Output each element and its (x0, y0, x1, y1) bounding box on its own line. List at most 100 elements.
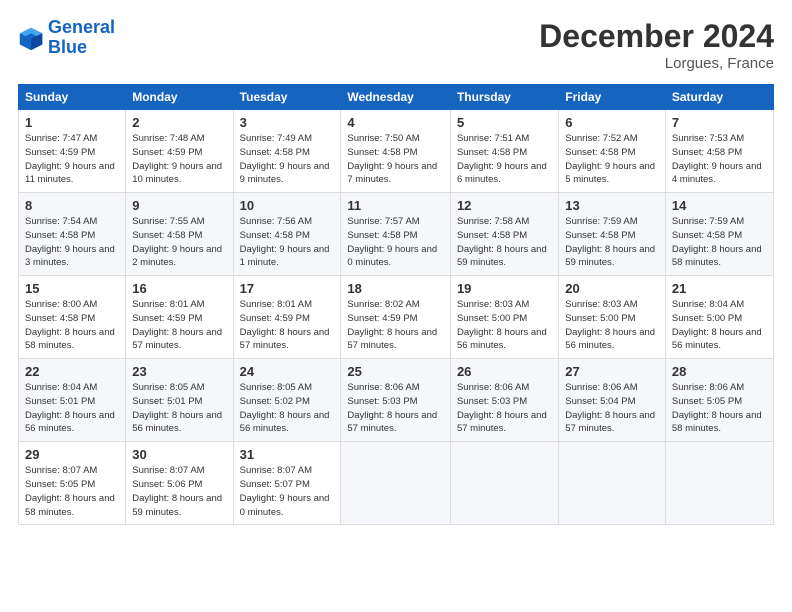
day-info: Sunrise: 8:06 AM Sunset: 5:04 PM Dayligh… (565, 381, 659, 436)
week-row-4: 22 Sunrise: 8:04 AM Sunset: 5:01 PM Dayli… (19, 359, 774, 442)
day-header-wednesday: Wednesday (341, 85, 451, 110)
day-header-thursday: Thursday (450, 85, 558, 110)
day-number: 5 (457, 115, 552, 130)
day-cell: 26 Sunrise: 8:06 AM Sunset: 5:03 PM Dayli… (450, 359, 558, 442)
day-number: 14 (672, 198, 767, 213)
day-number: 25 (347, 364, 444, 379)
day-number: 24 (240, 364, 335, 379)
page-header: General Blue December 2024 Lorgues, Fran… (18, 18, 774, 72)
day-cell: 20Sunrise: 8:03 AM Sunset: 5:00 PM Dayli… (559, 276, 666, 359)
day-info: Sunrise: 7:57 AM Sunset: 4:58 PM Dayligh… (347, 215, 444, 270)
day-number: 27 (565, 364, 659, 379)
day-number: 12 (457, 198, 552, 213)
day-number: 1 (25, 115, 119, 130)
day-number: 2 (132, 115, 226, 130)
day-cell: 2 Sunrise: 7:48 AM Sunset: 4:59 PM Daylig… (126, 110, 233, 193)
day-info: Sunrise: 7:52 AM Sunset: 4:58 PM Dayligh… (565, 132, 659, 187)
day-cell: 24 Sunrise: 8:05 AM Sunset: 5:02 PM Dayli… (233, 359, 341, 442)
day-cell: 9 Sunrise: 7:55 AM Sunset: 4:58 PM Daylig… (126, 193, 233, 276)
day-info: Sunrise: 8:01 AM Sunset: 4:59 PM Dayligh… (132, 298, 226, 353)
logo-text: General Blue (48, 18, 115, 58)
day-cell: 25 Sunrise: 8:06 AM Sunset: 5:03 PM Dayli… (341, 359, 451, 442)
week-row-5: 29 Sunrise: 8:07 AM Sunset: 5:05 PM Dayli… (19, 442, 774, 525)
day-cell: 6 Sunrise: 7:52 AM Sunset: 4:58 PM Daylig… (559, 110, 666, 193)
page-container: General Blue December 2024 Lorgues, Fran… (0, 0, 792, 535)
day-cell: 4 Sunrise: 7:50 AM Sunset: 4:58 PM Daylig… (341, 110, 451, 193)
day-info: Sunrise: 7:59 AM Sunset: 4:58 PM Dayligh… (672, 215, 767, 270)
day-number: 20 (565, 281, 659, 296)
day-info: Sunrise: 7:48 AM Sunset: 4:59 PM Dayligh… (132, 132, 226, 187)
day-cell: 18Sunrise: 8:02 AM Sunset: 4:59 PM Dayli… (341, 276, 451, 359)
week-row-1: 1Sunrise: 7:47 AM Sunset: 4:59 PM Daylig… (19, 110, 774, 193)
day-number: 22 (25, 364, 119, 379)
day-info: Sunrise: 7:54 AM Sunset: 4:58 PM Dayligh… (25, 215, 119, 270)
calendar-table: SundayMondayTuesdayWednesdayThursdayFrid… (18, 84, 774, 525)
day-cell: 11 Sunrise: 7:57 AM Sunset: 4:58 PM Dayli… (341, 193, 451, 276)
day-info: Sunrise: 7:50 AM Sunset: 4:58 PM Dayligh… (347, 132, 444, 187)
day-header-tuesday: Tuesday (233, 85, 341, 110)
title-block: December 2024 Lorgues, France (539, 18, 774, 72)
day-number: 15 (25, 281, 119, 296)
day-info: Sunrise: 7:59 AM Sunset: 4:58 PM Dayligh… (565, 215, 659, 270)
day-cell: 17Sunrise: 8:01 AM Sunset: 4:59 PM Dayli… (233, 276, 341, 359)
day-cell: 14 Sunrise: 7:59 AM Sunset: 4:58 PM Dayli… (665, 193, 773, 276)
day-cell: 23 Sunrise: 8:05 AM Sunset: 5:01 PM Dayli… (126, 359, 233, 442)
day-cell: 27 Sunrise: 8:06 AM Sunset: 5:04 PM Dayli… (559, 359, 666, 442)
week-row-3: 15 Sunrise: 8:00 AM Sunset: 4:58 PM Dayli… (19, 276, 774, 359)
day-info: Sunrise: 8:05 AM Sunset: 5:02 PM Dayligh… (240, 381, 335, 436)
day-number: 16 (132, 281, 226, 296)
day-number: 26 (457, 364, 552, 379)
day-cell: 30Sunrise: 8:07 AM Sunset: 5:06 PM Dayli… (126, 442, 233, 525)
day-cell (665, 442, 773, 525)
day-info: Sunrise: 8:04 AM Sunset: 5:01 PM Dayligh… (25, 381, 119, 436)
day-cell: 3 Sunrise: 7:49 AM Sunset: 4:58 PM Daylig… (233, 110, 341, 193)
day-info: Sunrise: 7:51 AM Sunset: 4:58 PM Dayligh… (457, 132, 552, 187)
day-number: 9 (132, 198, 226, 213)
day-info: Sunrise: 8:06 AM Sunset: 5:03 PM Dayligh… (457, 381, 552, 436)
day-info: Sunrise: 7:49 AM Sunset: 4:58 PM Dayligh… (240, 132, 335, 187)
day-cell (341, 442, 451, 525)
day-number: 3 (240, 115, 335, 130)
day-number: 7 (672, 115, 767, 130)
day-cell: 21Sunrise: 8:04 AM Sunset: 5:00 PM Dayli… (665, 276, 773, 359)
day-info: Sunrise: 8:06 AM Sunset: 5:03 PM Dayligh… (347, 381, 444, 436)
day-cell: 19Sunrise: 8:03 AM Sunset: 5:00 PM Dayli… (450, 276, 558, 359)
day-number: 10 (240, 198, 335, 213)
logo-line2: Blue (48, 37, 87, 57)
logo-icon (18, 24, 46, 52)
day-cell: 22 Sunrise: 8:04 AM Sunset: 5:01 PM Dayli… (19, 359, 126, 442)
logo-line1: General (48, 17, 115, 37)
day-number: 11 (347, 198, 444, 213)
day-info: Sunrise: 8:06 AM Sunset: 5:05 PM Dayligh… (672, 381, 767, 436)
day-number: 30 (132, 447, 226, 462)
day-header-sunday: Sunday (19, 85, 126, 110)
day-cell: 1Sunrise: 7:47 AM Sunset: 4:59 PM Daylig… (19, 110, 126, 193)
day-info: Sunrise: 8:02 AM Sunset: 4:59 PM Dayligh… (347, 298, 444, 353)
day-cell: 15 Sunrise: 8:00 AM Sunset: 4:58 PM Dayli… (19, 276, 126, 359)
month-title: December 2024 (539, 18, 774, 55)
day-cell: 7 Sunrise: 7:53 AM Sunset: 4:58 PM Daylig… (665, 110, 773, 193)
day-info: Sunrise: 8:07 AM Sunset: 5:05 PM Dayligh… (25, 464, 119, 519)
day-info: Sunrise: 7:55 AM Sunset: 4:58 PM Dayligh… (132, 215, 226, 270)
day-cell: 16 Sunrise: 8:01 AM Sunset: 4:59 PM Dayli… (126, 276, 233, 359)
day-info: Sunrise: 7:56 AM Sunset: 4:58 PM Dayligh… (240, 215, 335, 270)
day-cell (559, 442, 666, 525)
day-header-friday: Friday (559, 85, 666, 110)
location: Lorgues, France (539, 55, 774, 72)
day-number: 29 (25, 447, 119, 462)
day-info: Sunrise: 8:00 AM Sunset: 4:58 PM Dayligh… (25, 298, 119, 353)
day-cell (450, 442, 558, 525)
day-number: 21 (672, 281, 767, 296)
day-number: 17 (240, 281, 335, 296)
day-info: Sunrise: 8:05 AM Sunset: 5:01 PM Dayligh… (132, 381, 226, 436)
day-number: 6 (565, 115, 659, 130)
day-number: 28 (672, 364, 767, 379)
day-header-monday: Monday (126, 85, 233, 110)
day-info: Sunrise: 7:53 AM Sunset: 4:58 PM Dayligh… (672, 132, 767, 187)
header-row: SundayMondayTuesdayWednesdayThursdayFrid… (19, 85, 774, 110)
day-number: 8 (25, 198, 119, 213)
week-row-2: 8 Sunrise: 7:54 AM Sunset: 4:58 PM Daylig… (19, 193, 774, 276)
day-number: 23 (132, 364, 226, 379)
day-info: Sunrise: 7:58 AM Sunset: 4:58 PM Dayligh… (457, 215, 552, 270)
day-number: 4 (347, 115, 444, 130)
